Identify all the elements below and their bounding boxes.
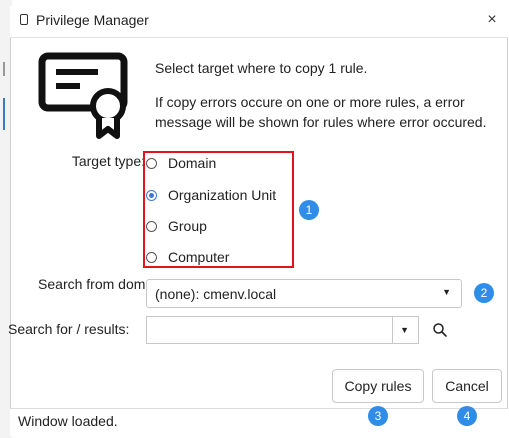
annotation-badge-2: 2 [474, 283, 494, 303]
copy-target-message: Select target where to copy 1 rule. [155, 60, 368, 76]
copy-rules-button[interactable]: Copy rules [332, 369, 424, 403]
radio-domain-label: Domain [168, 155, 217, 171]
domain-select-value: (none): cmenv.local [155, 286, 277, 302]
chevron-down-icon: ▼ [400, 325, 409, 335]
radio-organization-unit-circle[interactable] [146, 190, 157, 201]
radio-computer-label: Computer [168, 249, 230, 265]
radio-computer-circle[interactable] [146, 252, 157, 263]
annotation-badge-1: 1 [299, 200, 319, 220]
radio-domain-circle[interactable] [146, 158, 157, 169]
annotation-badge-3: 3 [368, 406, 388, 426]
status-text: Window loaded. [18, 413, 118, 429]
target-type-label: Target type: [71, 153, 145, 169]
copy-error-message: If copy errors occure on one or more rul… [155, 94, 487, 130]
cancel-button[interactable]: Cancel [432, 369, 502, 403]
dialog-title: Privilege Manager [36, 12, 149, 28]
document-icon [20, 14, 28, 25]
close-button[interactable]: × [484, 12, 500, 28]
radio-organization-unit-label: Organization Unit [168, 187, 277, 203]
chevron-down-icon: ▼ [442, 287, 451, 297]
domain-select[interactable]: (none): cmenv.local ▼ [146, 279, 462, 308]
radio-group-label: Group [168, 218, 207, 234]
certificate-icon [38, 52, 128, 139]
search-results-input[interactable] [146, 316, 392, 344]
search-icon[interactable] [432, 322, 448, 338]
radio-group-circle[interactable] [146, 221, 157, 232]
background-window-mark [3, 62, 5, 76]
search-for-results-label: Search for / results: [8, 321, 130, 337]
background-window-selection [3, 98, 5, 130]
search-results-dropdown[interactable]: ▼ [392, 316, 419, 344]
annotation-badge-4: 4 [457, 406, 477, 426]
